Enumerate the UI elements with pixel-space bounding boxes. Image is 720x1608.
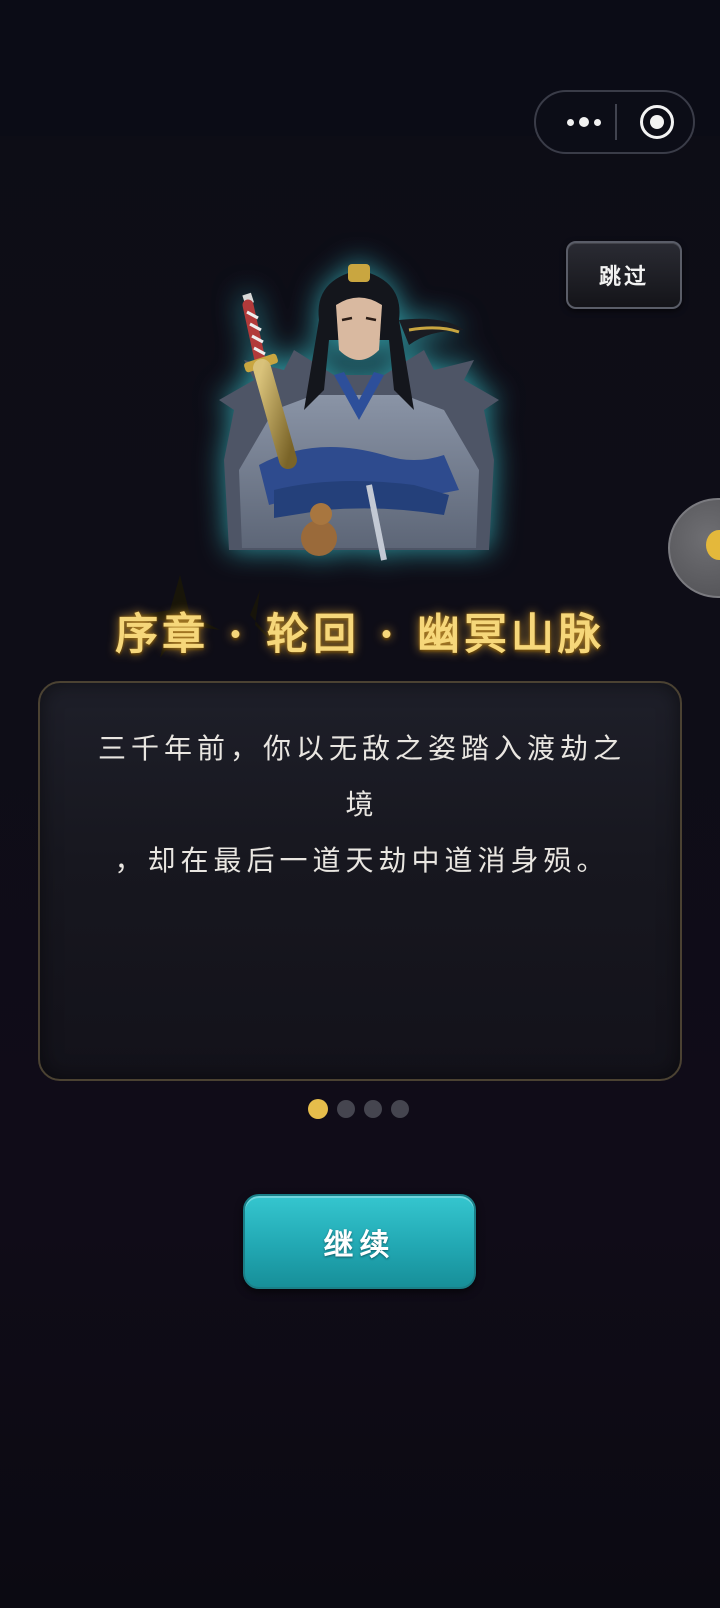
more-dots-icon[interactable] [556,92,612,152]
floating-assistant-icon[interactable] [668,498,720,598]
page-indicator [308,1099,409,1119]
story-screen: 跳过 序章 · 轮回 · 幽冥山脉 三千年前，你以无敌之姿踏入渡劫之境 ，却在最… [0,0,720,1608]
story-text: 三千年前，你以无敌之姿踏入渡劫之境 ，却在最后一道天劫中道消身殒。 [92,721,632,889]
story-line-1: 三千年前，你以无敌之姿踏入渡劫之境 [97,732,626,821]
capsule-divider [615,104,617,140]
chapter-title: 序章 · 轮回 · 幽冥山脉 [115,610,605,660]
target-circle-icon[interactable] [640,105,674,139]
mini-program-capsule [534,90,695,154]
skip-button[interactable]: 跳过 [566,241,682,309]
story-line-2: ，却在最后一道天劫中道消身殒。 [114,844,610,877]
story-text-box: 三千年前，你以无敌之姿踏入渡劫之境 ，却在最后一道天劫中道消身殒。 [38,681,682,1081]
continue-button[interactable]: 继续 [243,1194,476,1289]
page-dot-4 [391,1100,409,1118]
page-dot-2 [337,1100,355,1118]
character-portrait [219,264,499,561]
page-dot-1 [308,1099,328,1119]
page-dot-3 [364,1100,382,1118]
